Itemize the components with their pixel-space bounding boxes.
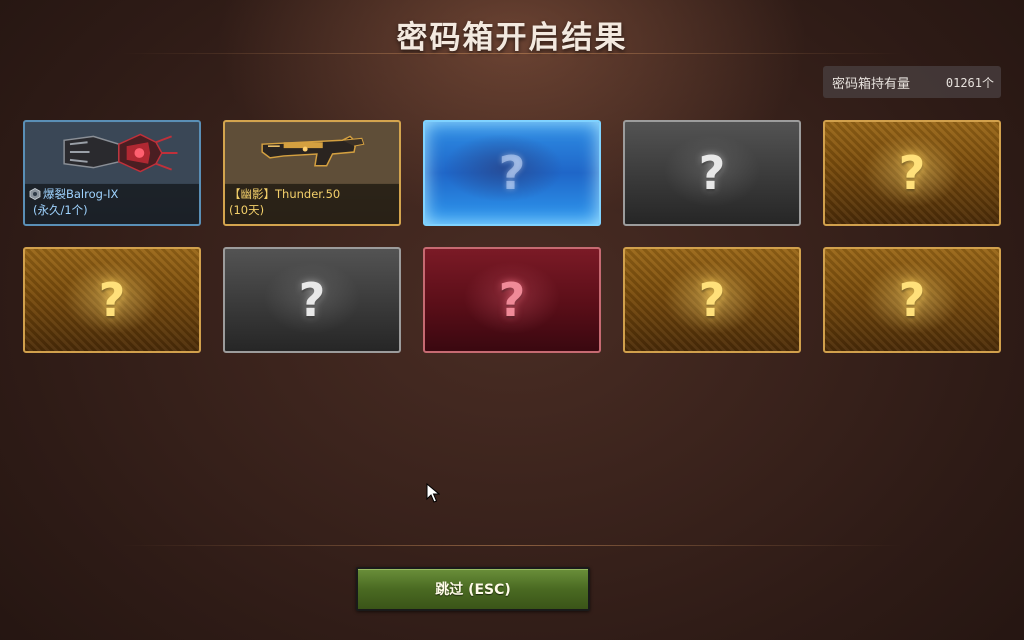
page-title: 密码箱开启结果 (396, 20, 628, 56)
reward-duration: (10天) (229, 203, 265, 217)
question-mark-icon: ? (498, 146, 526, 200)
mystery-card-gold[interactable]: ? (823, 247, 1001, 353)
mystery-card-grey[interactable]: ? (223, 247, 401, 353)
mystery-card-gold[interactable]: ? (623, 247, 801, 353)
question-mark-icon: ? (698, 273, 726, 327)
rifle-weapon-icon (225, 122, 399, 184)
question-mark-icon: ? (98, 273, 126, 327)
skip-button[interactable]: 跳过 (ESC) (356, 567, 590, 611)
bottom-divider (120, 545, 904, 546)
mystery-card-red[interactable]: ? (423, 247, 601, 353)
box-stock-label: 密码箱持有量 (832, 76, 911, 92)
top-divider (120, 53, 904, 54)
mystery-card-blue[interactable]: ? (423, 120, 601, 226)
box-stock-value: 01261个 (945, 75, 994, 90)
reward-card-balrog[interactable]: 爆裂Balrog-IX (永久/1个) (23, 120, 201, 226)
box-stock-panel: 密码箱持有量 01261个 (823, 66, 1001, 98)
reward-caption: 爆裂Balrog-IX (永久/1个) (25, 184, 199, 224)
question-mark-icon: ? (898, 146, 926, 200)
mystery-card-grey[interactable]: ? (623, 120, 801, 226)
question-mark-icon: ? (898, 273, 926, 327)
mouse-cursor-icon (426, 483, 440, 503)
reward-name: 爆裂Balrog-IX (43, 187, 119, 201)
question-mark-icon: ? (298, 273, 326, 327)
mystery-card-gold[interactable]: ? (823, 120, 1001, 226)
reward-card-thunder[interactable]: 【幽影】Thunder.50 (10天) (223, 120, 401, 226)
question-mark-icon: ? (698, 146, 726, 200)
gauntlet-weapon-icon (25, 122, 199, 184)
question-mark-icon: ? (498, 273, 526, 327)
mystery-card-gold[interactable]: ? (23, 247, 201, 353)
reward-name: 【幽影】Thunder.50 (229, 187, 341, 201)
reward-caption: 【幽影】Thunder.50 (10天) (225, 184, 399, 224)
reward-duration: (永久/1个) (33, 203, 88, 217)
hexagon-badge-icon (29, 188, 41, 200)
